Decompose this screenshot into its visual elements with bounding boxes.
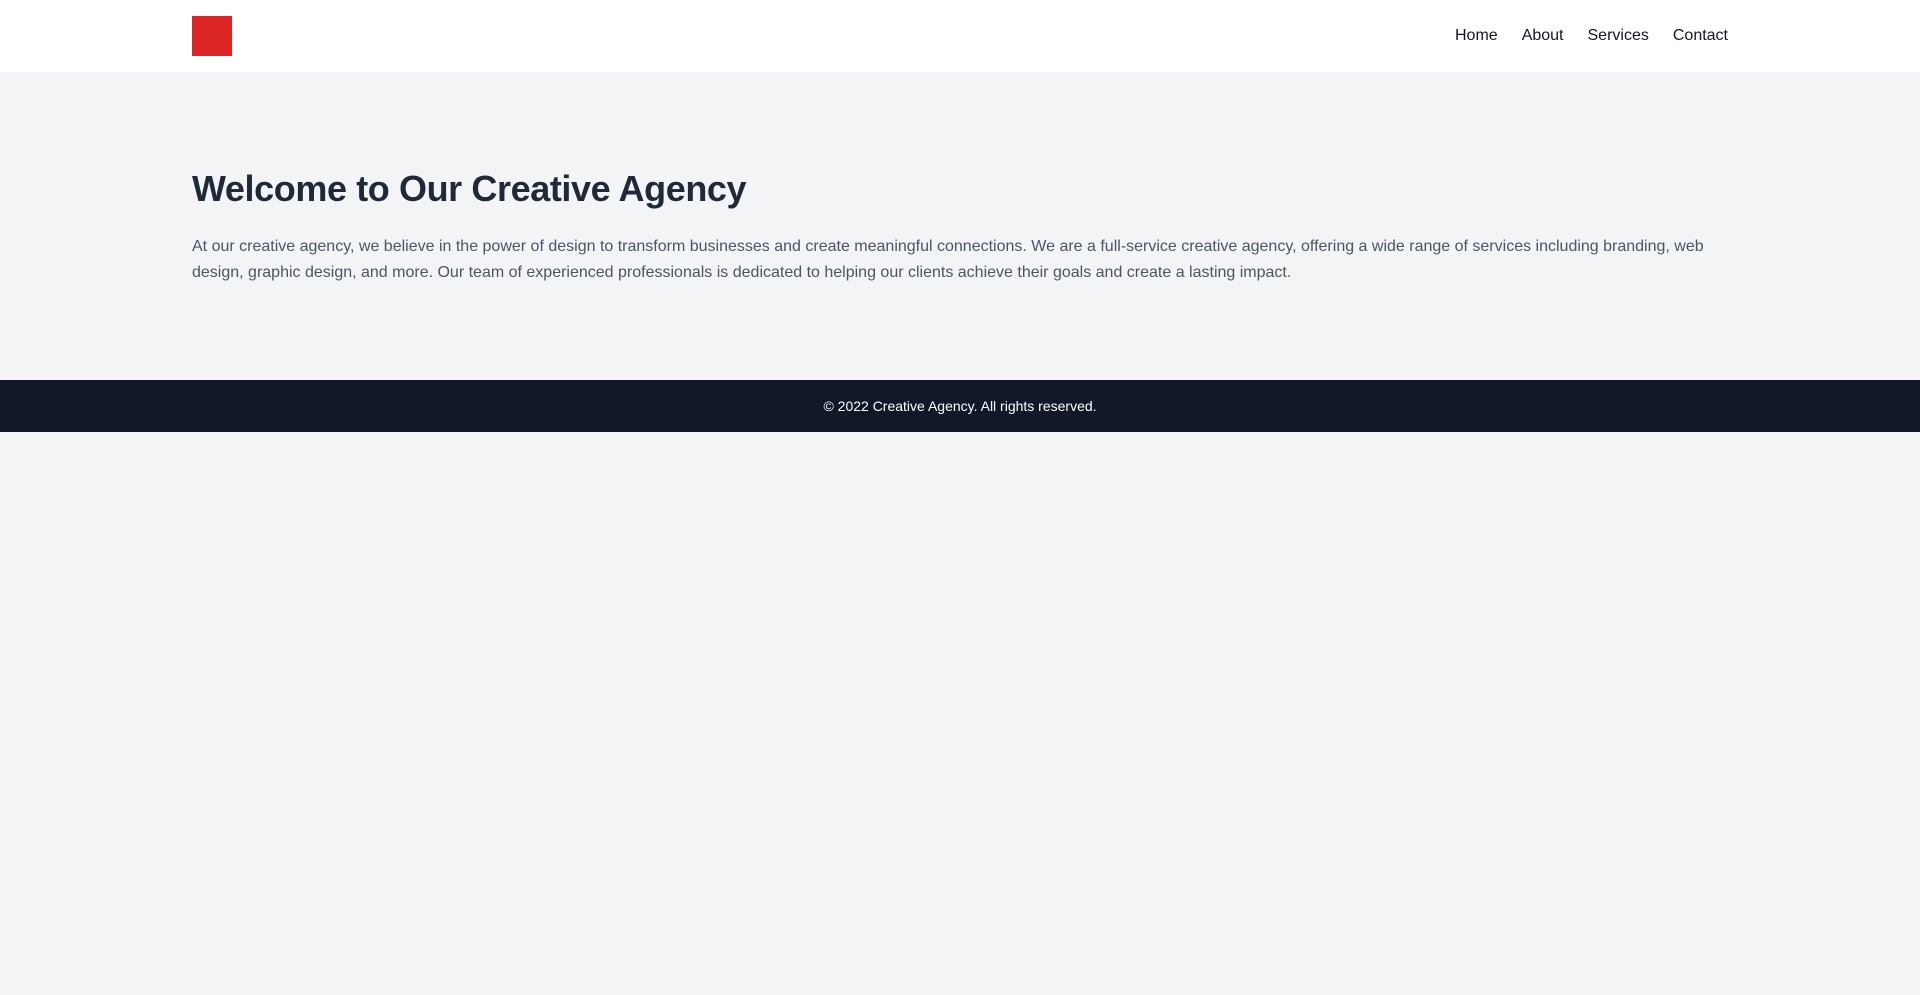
hero-section: Welcome to Our Creative Agency At our cr… xyxy=(0,72,1920,380)
main-nav: Home About Services Contact xyxy=(1455,0,1728,72)
copyright-text: © 2022 Creative Agency. All rights reser… xyxy=(823,398,1097,414)
hero-description: At our creative agency, we believe in th… xyxy=(192,238,1704,281)
logo[interactable] xyxy=(192,16,232,56)
site-header: Home About Services Contact xyxy=(0,0,1920,72)
nav-contact-link[interactable]: Contact xyxy=(1673,27,1728,45)
hero-title: Welcome to Our Creative Agency xyxy=(192,168,747,209)
nav-home-link[interactable]: Home xyxy=(1455,27,1498,45)
nav-services-link[interactable]: Services xyxy=(1588,27,1649,45)
nav-about-link[interactable]: About xyxy=(1522,27,1564,45)
site-footer: © 2022 Creative Agency. All rights reser… xyxy=(0,380,1920,432)
